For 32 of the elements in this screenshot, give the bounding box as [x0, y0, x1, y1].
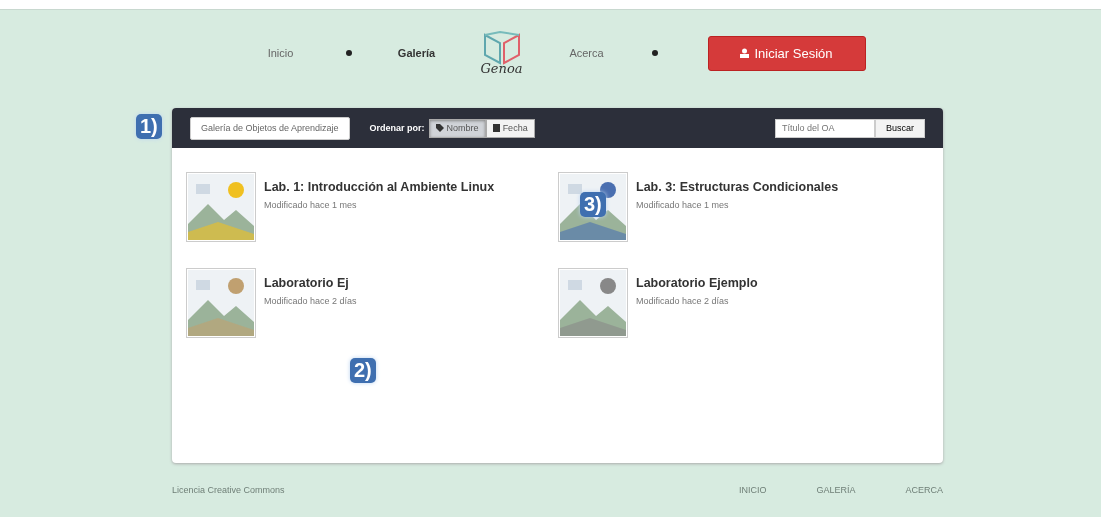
bullet-icon: [345, 50, 352, 56]
login-button[interactable]: Iniciar Sesión: [707, 35, 866, 71]
license-text: Licencia Creative Commons: [172, 485, 286, 495]
item-title[interactable]: Lab. 1: Introducción al Ambiente Linux: [264, 180, 495, 194]
search-button[interactable]: Buscar: [875, 118, 925, 138]
user-icon: [740, 48, 750, 58]
calendar-icon: [492, 124, 500, 132]
footer-link[interactable]: ACERCA: [905, 485, 943, 495]
callout-marker: 3): [580, 192, 606, 217]
modified-date: Modificado hace 1 mes: [264, 200, 358, 210]
logo-text: Genoa: [480, 60, 523, 76]
gallery-title-field: Galería de Objetos de Aprendizaje: [190, 116, 350, 140]
bullet-icon: [651, 50, 658, 56]
search-field[interactable]: Título del OA: [775, 118, 875, 138]
callout-marker: 1): [136, 114, 162, 139]
sort-option[interactable]: Fecha: [485, 118, 535, 138]
sort-option[interactable]: Nombre: [428, 118, 486, 138]
nav-link[interactable]: Acerca: [541, 47, 632, 59]
item-title[interactable]: Laboratorio Ejemplo: [636, 276, 758, 290]
item-title[interactable]: Lab. 3: Estructuras Condicionales: [636, 180, 839, 194]
sort-label: Ordenar por:: [369, 123, 425, 133]
modified-date: Modificado hace 1 mes: [636, 200, 730, 210]
nav-link[interactable]: Galería: [371, 47, 462, 59]
modified-date: Modificado hace 2 días: [636, 296, 730, 306]
book-icon: [481, 30, 522, 65]
tag-icon: [435, 124, 444, 132]
item-title[interactable]: Laboratorio Ej: [264, 276, 357, 290]
footer-link[interactable]: GALERÍA: [816, 485, 856, 495]
modified-date: Modificado hace 2 días: [264, 296, 357, 306]
callout-marker: 2): [350, 358, 376, 383]
footer-link[interactable]: INICIO: [738, 485, 767, 495]
nav-link[interactable]: Inicio: [235, 47, 326, 59]
